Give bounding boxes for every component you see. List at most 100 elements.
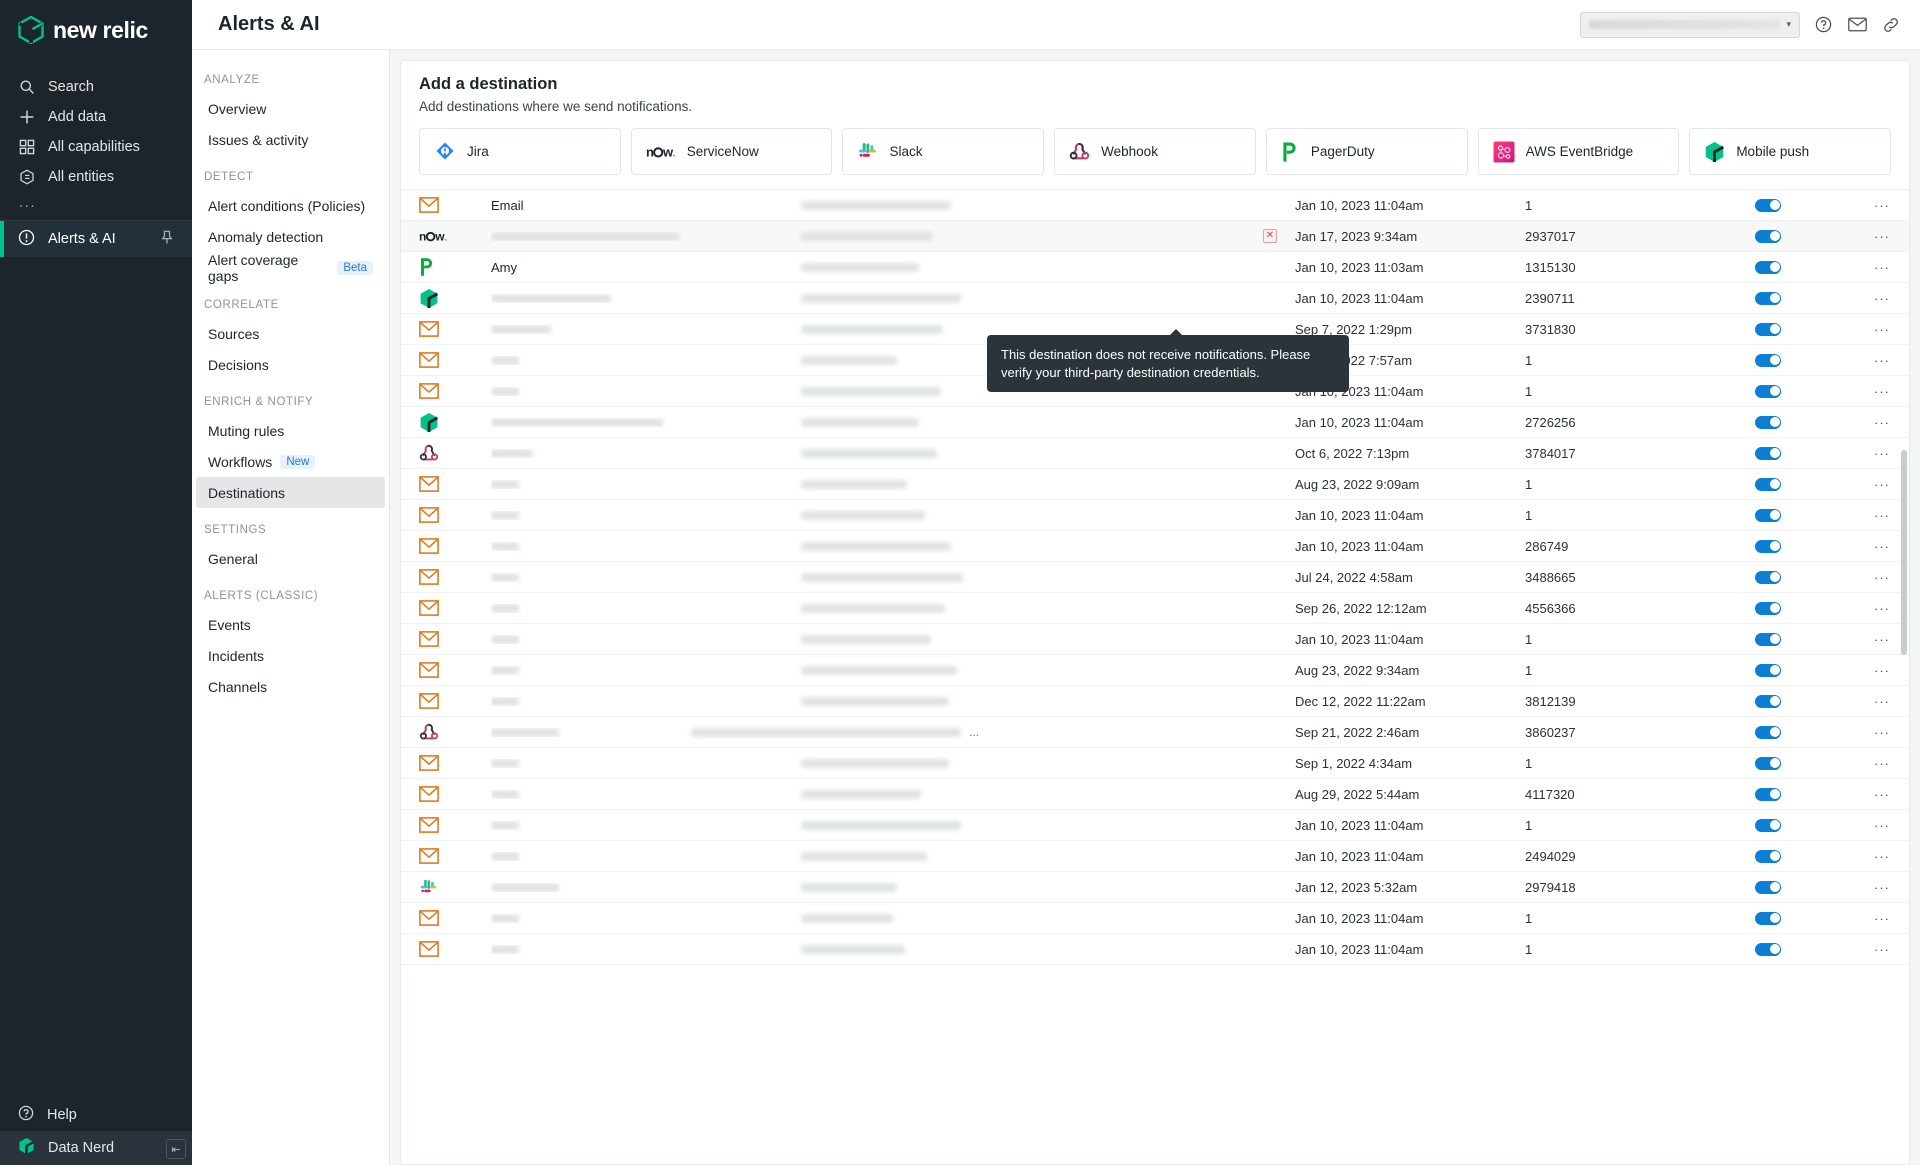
row-actions-menu[interactable]: ··· bbox=[1855, 415, 1909, 430]
sidebar-item-overview[interactable]: Overview bbox=[196, 93, 385, 124]
row-actions-menu[interactable]: ··· bbox=[1855, 229, 1909, 244]
table-row[interactable]: Jan 10, 2023 11:04am 1 ··· bbox=[401, 934, 1909, 965]
sidebar-item-muting-rules[interactable]: Muting rules bbox=[196, 415, 385, 446]
sidebar-item-alert-conditions[interactable]: Alert conditions (Policies) bbox=[196, 190, 385, 221]
row-enabled-toggle[interactable] bbox=[1755, 322, 1781, 336]
table-row[interactable]: Email Jan 10, 2023 11:04am 1 ··· bbox=[401, 190, 1909, 221]
row-enabled-toggle[interactable] bbox=[1755, 539, 1781, 553]
row-enabled-toggle[interactable] bbox=[1755, 942, 1781, 956]
row-enabled-toggle[interactable] bbox=[1755, 601, 1781, 615]
row-actions-menu[interactable]: ··· bbox=[1855, 353, 1909, 368]
destination-card-servicenow[interactable]: n w ServiceNow bbox=[630, 128, 833, 175]
row-enabled-toggle[interactable] bbox=[1755, 663, 1781, 677]
table-row[interactable]: Dec 12, 2022 11:22am 3812139 ··· bbox=[401, 686, 1909, 717]
row-enabled-toggle[interactable] bbox=[1755, 818, 1781, 832]
row-enabled-toggle[interactable] bbox=[1755, 880, 1781, 894]
collapse-sidebar-button[interactable]: ⇤ bbox=[166, 1139, 186, 1159]
table-row[interactable]: Amy Jan 10, 2023 11:03am 1315130 ··· bbox=[401, 252, 1909, 283]
table-row[interactable]: Sep 26, 2022 12:12am 4556366 ··· bbox=[401, 593, 1909, 624]
sidebar-item-search[interactable]: Search bbox=[0, 72, 192, 102]
mail-icon[interactable] bbox=[1846, 14, 1868, 36]
row-enabled-toggle[interactable] bbox=[1755, 198, 1781, 212]
account-selector[interactable]: ▾ bbox=[1580, 11, 1800, 38]
row-enabled-toggle[interactable] bbox=[1755, 911, 1781, 925]
table-row[interactable]: Oct 6, 2022 7:13pm 3784017 ··· bbox=[401, 438, 1909, 469]
table-row[interactable]: Aug 23, 2022 9:09am 1 ··· bbox=[401, 469, 1909, 500]
table-row[interactable]: n w ✕ Jan 17, 2023 9:34am 2937017 ··· bbox=[401, 221, 1909, 252]
row-enabled-toggle[interactable] bbox=[1755, 477, 1781, 491]
row-actions-menu[interactable]: ··· bbox=[1855, 880, 1909, 895]
sidebar-item-all-entities[interactable]: All entities bbox=[0, 162, 192, 192]
sidebar-item-anomaly-detection[interactable]: Anomaly detection bbox=[196, 221, 385, 252]
row-enabled-toggle[interactable] bbox=[1755, 694, 1781, 708]
row-actions-menu[interactable]: ··· bbox=[1855, 818, 1909, 833]
sidebar-more-button[interactable]: ... bbox=[0, 192, 192, 216]
sidebar-item-alert-coverage-gaps[interactable]: Alert coverage gaps Beta bbox=[196, 252, 385, 284]
table-row[interactable]: Jul 24, 2022 4:58am 3488665 ··· bbox=[401, 562, 1909, 593]
table-row[interactable]: Jan 10, 2023 11:04am 2726256 ··· bbox=[401, 407, 1909, 438]
row-enabled-toggle[interactable] bbox=[1755, 849, 1781, 863]
row-actions-menu[interactable]: ··· bbox=[1855, 756, 1909, 771]
sidebar-item-incidents[interactable]: Incidents bbox=[196, 640, 385, 671]
sidebar-item-workflows[interactable]: Workflows New bbox=[196, 446, 385, 477]
help-icon[interactable] bbox=[1812, 14, 1834, 36]
table-row[interactable]: ... Sep 21, 2022 2:46am 3860237 ··· bbox=[401, 717, 1909, 748]
table-row[interactable]: Sep 1, 2022 4:34am 1 ··· bbox=[401, 748, 1909, 779]
row-actions-menu[interactable]: ··· bbox=[1855, 725, 1909, 740]
sidebar-item-alerts-and-ai[interactable]: Alerts & AI bbox=[0, 221, 192, 257]
row-enabled-toggle[interactable] bbox=[1755, 570, 1781, 584]
table-row[interactable]: Aug 23, 2022 9:34am 1 ··· bbox=[401, 655, 1909, 686]
table-row[interactable]: Jan 10, 2023 11:04am 1 ··· bbox=[401, 810, 1909, 841]
row-enabled-toggle[interactable] bbox=[1755, 446, 1781, 460]
destination-card-webhook[interactable]: Webhook bbox=[1054, 128, 1256, 175]
row-enabled-toggle[interactable] bbox=[1755, 725, 1781, 739]
destination-card-mobile-push[interactable]: Mobile push bbox=[1689, 128, 1892, 175]
row-actions-menu[interactable]: ··· bbox=[1855, 787, 1909, 802]
destination-error-icon[interactable]: ✕ bbox=[1263, 229, 1277, 243]
sidebar-item-sources[interactable]: Sources bbox=[196, 318, 385, 349]
sidebar-item-destinations[interactable]: Destinations bbox=[196, 477, 385, 508]
brand-logo[interactable]: new relic bbox=[0, 0, 192, 58]
table-row[interactable]: Jan 10, 2023 11:04am 1 ··· bbox=[401, 903, 1909, 934]
row-enabled-toggle[interactable] bbox=[1755, 291, 1781, 305]
row-actions-menu[interactable]: ··· bbox=[1855, 291, 1909, 306]
sidebar-item-decisions[interactable]: Decisions bbox=[196, 349, 385, 380]
sidebar-item-add-data[interactable]: Add data bbox=[0, 102, 192, 132]
row-actions-menu[interactable]: ··· bbox=[1855, 694, 1909, 709]
destination-card-slack[interactable]: Slack bbox=[842, 128, 1045, 175]
row-enabled-toggle[interactable] bbox=[1755, 632, 1781, 646]
row-actions-menu[interactable]: ··· bbox=[1855, 911, 1909, 926]
sidebar-item-events[interactable]: Events bbox=[196, 609, 385, 640]
table-row[interactable]: Aug 29, 2022 5:44am 4117320 ··· bbox=[401, 779, 1909, 810]
table-row[interactable]: Jan 10, 2023 11:04am 1 ··· bbox=[401, 624, 1909, 655]
sidebar-item-issues-activity[interactable]: Issues & activity bbox=[196, 124, 385, 155]
row-actions-menu[interactable]: ··· bbox=[1855, 384, 1909, 399]
row-enabled-toggle[interactable] bbox=[1755, 508, 1781, 522]
table-row[interactable]: Jan 10, 2023 11:04am 286749 ··· bbox=[401, 531, 1909, 562]
destination-card-pagerduty[interactable]: PagerDuty bbox=[1265, 128, 1468, 175]
sidebar-item-user-account[interactable]: Data Nerd bbox=[0, 1131, 192, 1165]
row-actions-menu[interactable]: ··· bbox=[1855, 849, 1909, 864]
row-actions-menu[interactable]: ··· bbox=[1855, 260, 1909, 275]
row-enabled-toggle[interactable] bbox=[1755, 353, 1781, 367]
vertical-scrollbar[interactable] bbox=[1901, 450, 1907, 655]
row-actions-menu[interactable]: ··· bbox=[1855, 322, 1909, 337]
row-enabled-toggle[interactable] bbox=[1755, 229, 1781, 243]
table-row[interactable]: Jan 12, 2023 5:32am 2979418 ··· bbox=[401, 872, 1909, 903]
link-icon[interactable] bbox=[1880, 14, 1902, 36]
destination-card-aws-eventbridge[interactable]: AWS EventBridge bbox=[1477, 128, 1680, 175]
row-actions-menu[interactable]: ··· bbox=[1855, 198, 1909, 213]
row-enabled-toggle[interactable] bbox=[1755, 756, 1781, 770]
table-row[interactable]: Jan 10, 2023 11:04am 2494029 ··· bbox=[401, 841, 1909, 872]
sidebar-item-all-capabilities[interactable]: All capabilities bbox=[0, 132, 192, 162]
table-row[interactable]: Jan 10, 2023 11:04am 2390711 ··· bbox=[401, 283, 1909, 314]
row-enabled-toggle[interactable] bbox=[1755, 260, 1781, 274]
sidebar-item-channels[interactable]: Channels bbox=[196, 671, 385, 702]
table-row[interactable]: Jan 10, 2023 11:04am 1 ··· bbox=[401, 500, 1909, 531]
row-actions-menu[interactable]: ··· bbox=[1855, 942, 1909, 957]
sidebar-item-help[interactable]: Help bbox=[0, 1099, 192, 1131]
destination-card-jira[interactable]: Jira bbox=[419, 128, 621, 175]
row-enabled-toggle[interactable] bbox=[1755, 384, 1781, 398]
row-actions-menu[interactable]: ··· bbox=[1855, 663, 1909, 678]
row-enabled-toggle[interactable] bbox=[1755, 415, 1781, 429]
